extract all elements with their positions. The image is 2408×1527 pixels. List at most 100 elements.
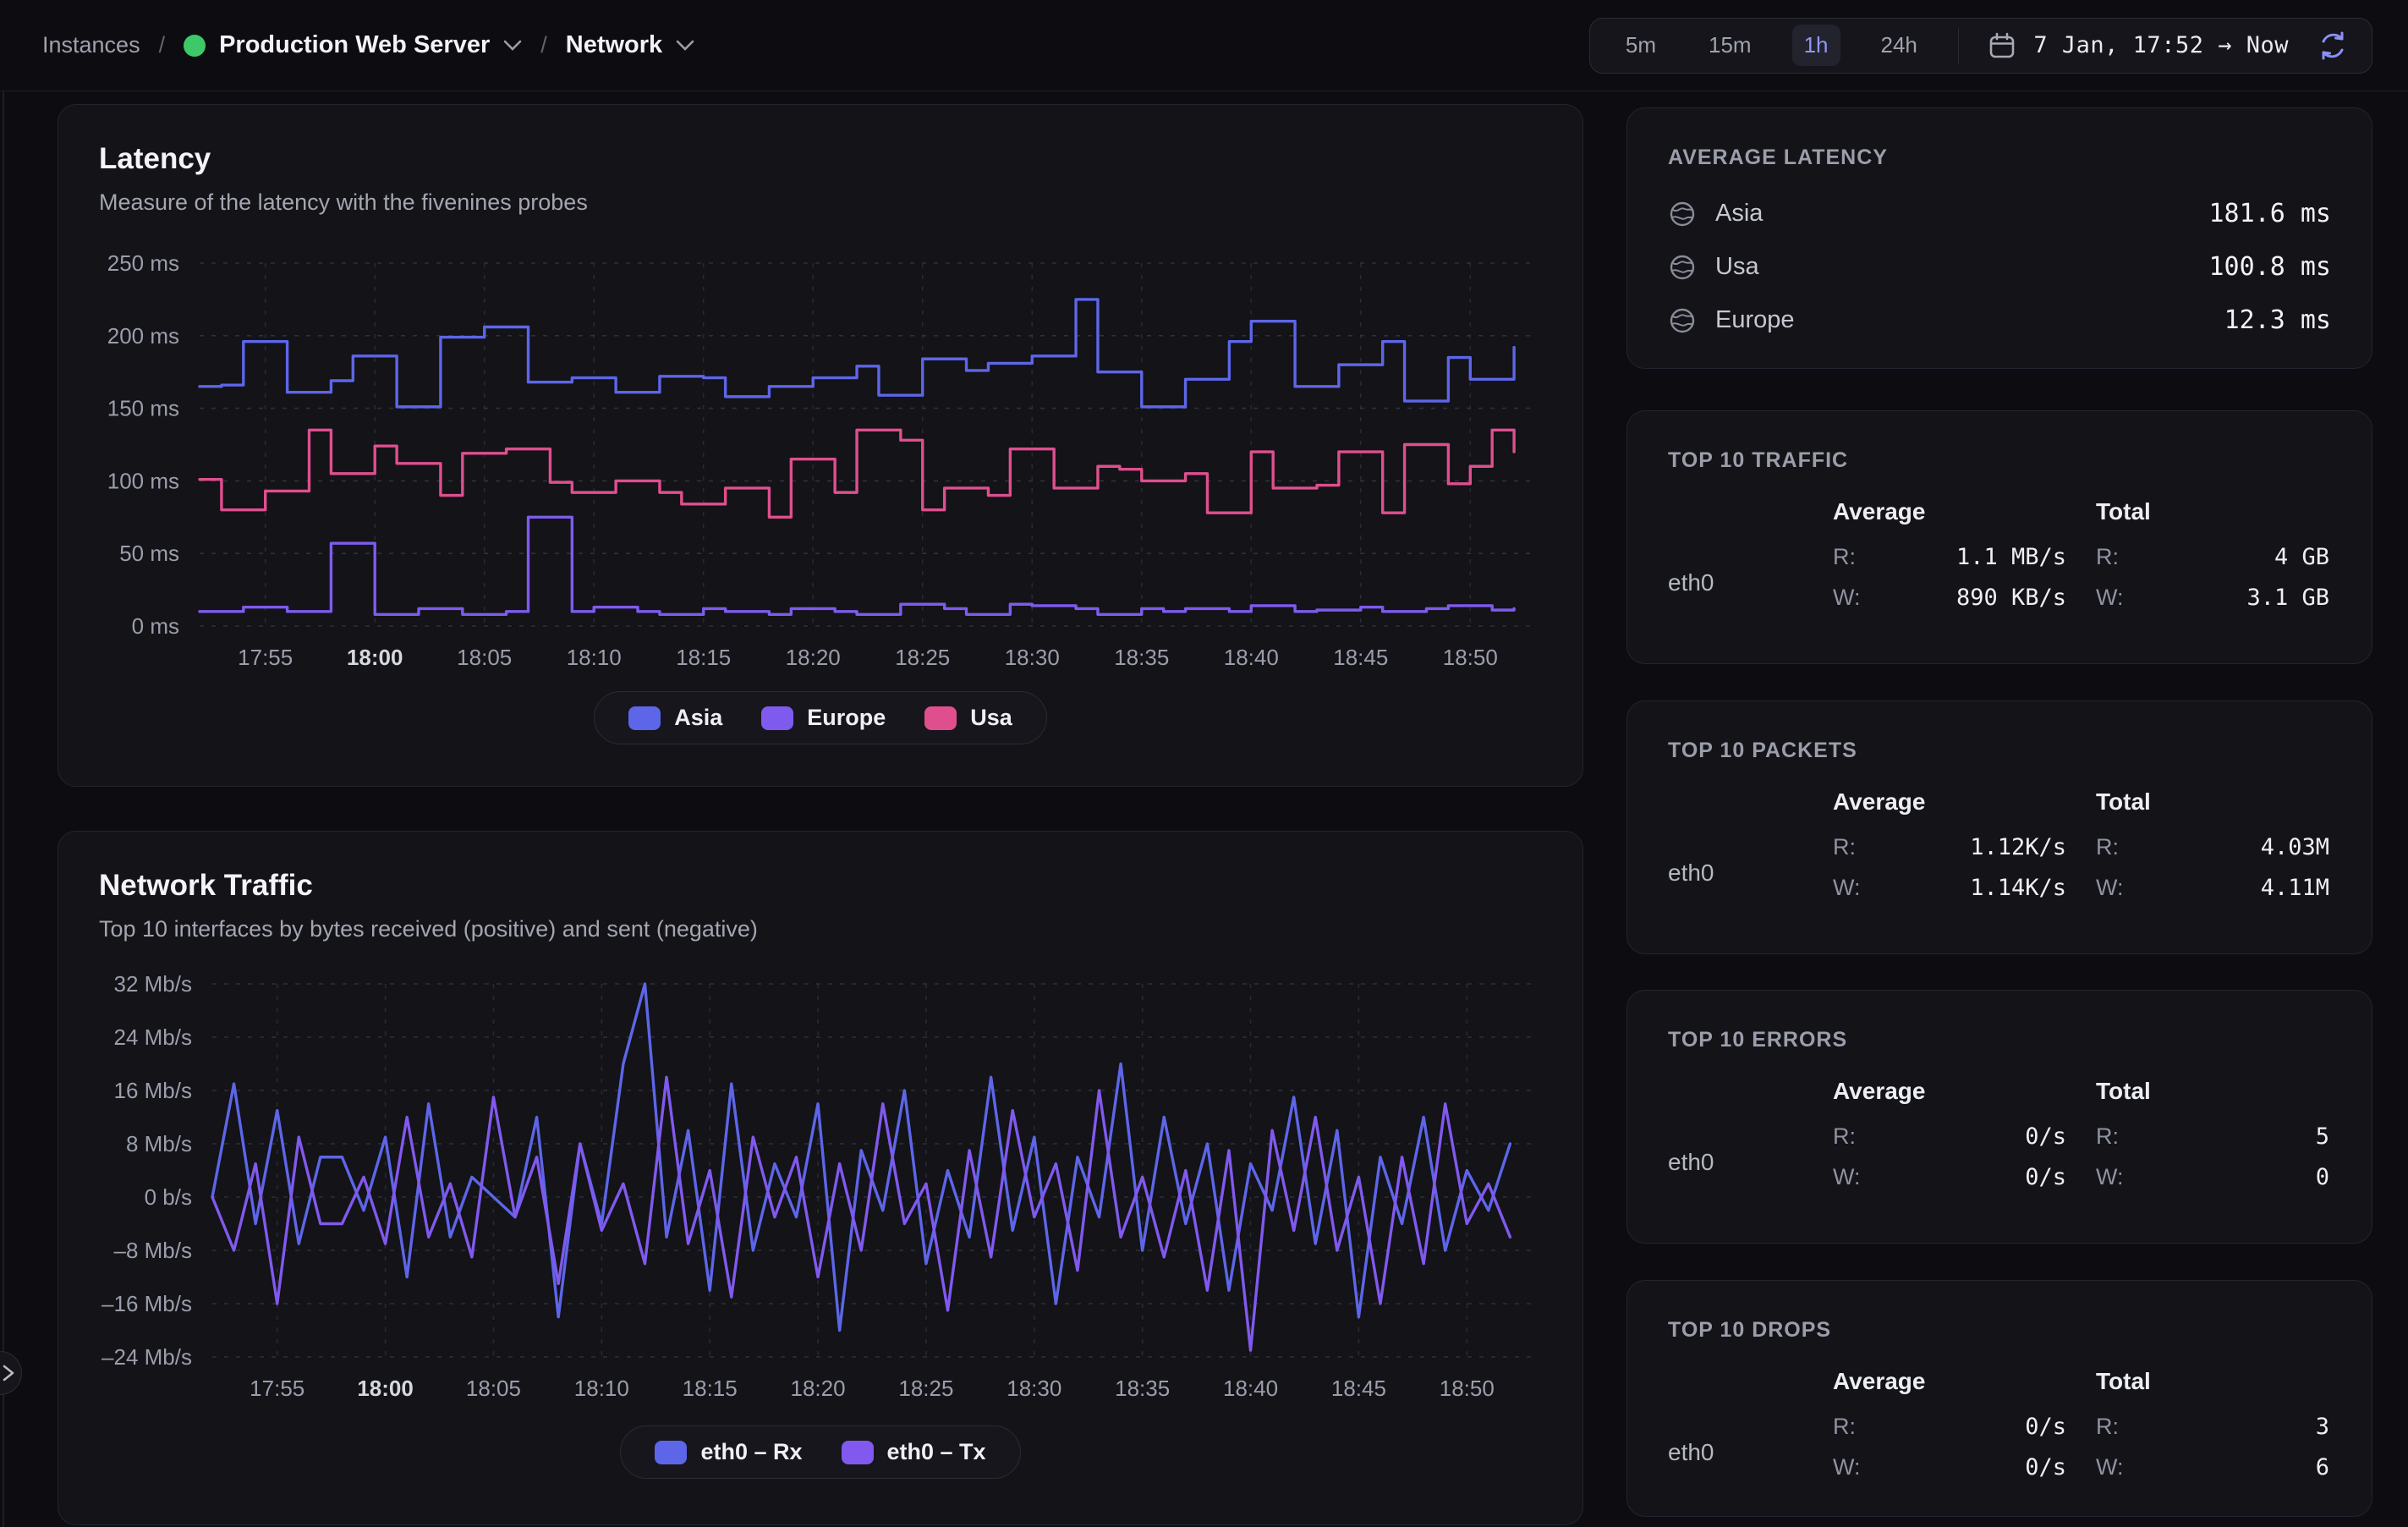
avg-write-value: 1.14K/s [1970,875,2066,901]
column-header-average: Average [1833,788,2066,831]
breadcrumb-instances-link[interactable]: Instances [42,32,140,58]
date-range-button[interactable]: 7 Jan, 17:52 → Now [1988,31,2289,60]
top10-traffic-title: TOP 10 TRAFFIC [1668,448,2331,473]
svg-text:18:50: 18:50 [1443,645,1498,670]
legend-item-asia[interactable]: Asia [628,705,722,731]
svg-text:50 ms: 50 ms [119,541,179,566]
globe-icon [1668,306,1697,335]
globe-icon [1668,253,1697,282]
total-read-value: 5 [2316,1123,2329,1150]
section-name: Network [566,31,662,59]
interface-name: eth0 [1668,1149,1833,1176]
instance-name: Production Web Server [219,31,490,59]
legend-label: eth0 – Tx [887,1439,986,1465]
average-latency-title: AVERAGE LATENCY [1668,146,2331,170]
latency-chart: 17:5518:0018:0518:1018:1518:2018:2518:30… [58,238,1572,695]
breadcrumb: Instances / Production Web Server / Netw… [42,31,694,59]
svg-text:17:55: 17:55 [250,1376,304,1401]
section-selector[interactable]: Network [566,31,694,59]
svg-text:150 ms: 150 ms [107,396,179,421]
stat-table: Average Total eth0 R:0/s R:5 W:0/s W:0 [1668,1078,2331,1201]
r-label: R: [2096,834,2119,860]
r-label: R: [1833,1123,1856,1150]
total-read-value: 3 [2316,1414,2329,1440]
top-bar: Instances / Production Web Server / Netw… [0,0,2408,91]
region-label: Asia [1715,200,1763,228]
svg-text:18:10: 18:10 [567,645,622,670]
sidebar-expander-button[interactable] [0,1351,22,1395]
avg-write-value: 890 KB/s [1956,585,2066,611]
total-write-value: 4.11M [2261,875,2329,901]
svg-text:0 ms: 0 ms [132,613,179,639]
r-label: R: [1833,544,1856,570]
range-24h-button[interactable]: 24h [1869,25,1929,66]
legend-label: Usa [970,705,1012,731]
legend-item-eth0-tx[interactable]: eth0 – Tx [842,1439,986,1465]
chevron-down-icon [676,40,694,52]
svg-text:18:40: 18:40 [1223,1376,1278,1401]
refresh-button[interactable] [2317,30,2348,61]
svg-text:–24 Mb/s: –24 Mb/s [101,1344,192,1370]
svg-text:18:15: 18:15 [676,645,731,670]
avg-read-value: 1.1 MB/s [1956,544,2066,570]
w-label: W: [2096,585,2124,611]
legend-pill: Asia Europe Usa [594,691,1047,744]
content-left-divider [3,91,4,1527]
avg-write-value: 0/s [2025,1454,2066,1480]
total-read-value: 4 GB [2274,544,2329,570]
w-label: W: [1833,1164,1861,1190]
svg-text:18:10: 18:10 [574,1376,629,1401]
breadcrumb-separator: / [540,32,547,58]
stat-table: Average Total eth0 R:1.12K/s R:4.03M W:1… [1668,788,2331,912]
network-traffic-subtitle: Top 10 interfaces by bytes received (pos… [99,916,758,942]
tx-swatch [842,1441,874,1464]
average-latency-panel: AVERAGE LATENCY Asia 181.6 ms Usa 100.8 … [1626,107,2372,369]
column-header-total: Total [2096,498,2329,541]
svg-text:16 Mb/s: 16 Mb/s [114,1078,193,1103]
total-write-value: 6 [2316,1454,2329,1480]
dashboard-page: Instances / Production Web Server / Netw… [0,0,2408,1527]
svg-text:18:45: 18:45 [1333,645,1388,670]
w-label: W: [2096,1454,2124,1480]
svg-text:8 Mb/s: 8 Mb/s [126,1131,192,1156]
range-5m-button[interactable]: 5m [1614,25,1668,66]
svg-text:18:15: 18:15 [683,1376,738,1401]
rx-swatch [655,1441,687,1464]
calendar-icon [1988,31,2016,60]
svg-text:24 Mb/s: 24 Mb/s [114,1024,193,1050]
column-header-average: Average [1833,1368,2066,1410]
instance-selector[interactable]: Production Web Server [184,31,522,59]
svg-text:18:20: 18:20 [791,1376,846,1401]
r-label: R: [1833,1414,1856,1440]
r-label: R: [2096,544,2119,570]
svg-text:–8 Mb/s: –8 Mb/s [114,1238,193,1263]
svg-text:18:45: 18:45 [1331,1376,1386,1401]
svg-text:18:40: 18:40 [1224,645,1279,670]
top10-errors-title: TOP 10 ERRORS [1668,1028,2331,1052]
latency-panel: Latency Measure of the latency with the … [58,104,1583,787]
legend-item-europe[interactable]: Europe [761,705,886,731]
top10-drops-title: TOP 10 DROPS [1668,1318,2331,1343]
r-label: R: [2096,1414,2119,1440]
chevron-right-icon [1,1364,16,1382]
stat-table: Average Total eth0 R:1.1 MB/s R:4 GB W:8… [1668,498,2331,622]
network-traffic-chart: 17:5518:0018:0518:1018:1518:2018:2518:30… [58,965,1572,1414]
svg-text:100 ms: 100 ms [107,468,179,493]
svg-text:18:25: 18:25 [898,1376,953,1401]
r-label: R: [1833,834,1856,860]
svg-text:32 Mb/s: 32 Mb/s [114,971,193,997]
status-dot [184,35,206,57]
chevron-down-icon [503,40,522,52]
legend-item-usa[interactable]: Usa [924,705,1012,731]
column-header-average: Average [1833,1078,2066,1120]
avg-read-value: 0/s [2025,1123,2066,1150]
svg-text:18:35: 18:35 [1114,645,1169,670]
legend-pill: eth0 – Rx eth0 – Tx [620,1425,1020,1479]
r-label: R: [2096,1123,2119,1150]
stat-table: Average Total eth0 R:0/s R:3 W:0/s W:6 [1668,1368,2331,1491]
range-1h-button[interactable]: 1h [1792,25,1840,66]
range-15m-button[interactable]: 15m [1697,25,1763,66]
legend-item-eth0-rx[interactable]: eth0 – Rx [655,1439,802,1465]
network-traffic-title: Network Traffic [99,869,313,903]
svg-text:–16 Mb/s: –16 Mb/s [101,1291,192,1316]
